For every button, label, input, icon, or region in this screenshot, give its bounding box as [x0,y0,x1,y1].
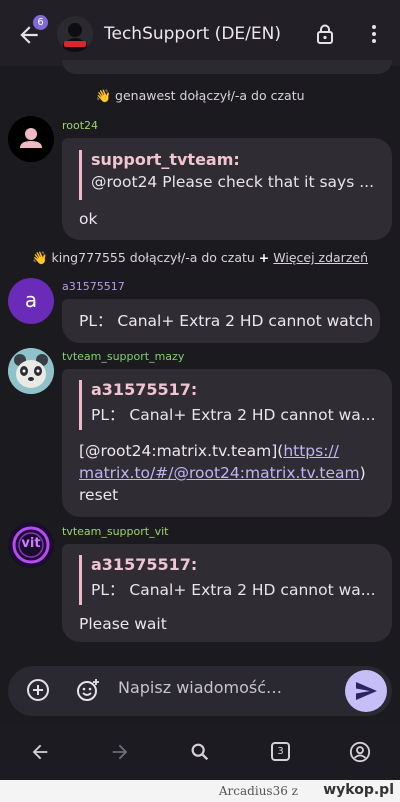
avatar-text: vit [21,536,41,551]
join-event-1: 👋 genawest dołączył/-a do czatu [0,88,400,104]
message-timeline[interactable]: 👋 genawest dołączył/-a do czatu root24 s… [0,60,400,666]
quote-text: @root24 Please check that it says ... [91,173,375,191]
more-events-link[interactable]: Więcej zdarzeń [273,250,368,265]
message-bubble[interactable]: support_tvteam: @root24 Please check tha… [62,138,392,240]
join-event-text: genawest dołączył/-a do czatu [115,88,305,103]
mention-suffix: ) [359,464,366,482]
avatar-root24[interactable] [8,116,54,162]
sender-name[interactable]: a31575517 [62,280,125,293]
room-avatar[interactable] [57,16,93,52]
wave-icon: 👋 [31,250,48,265]
add-attachment-icon[interactable] [25,677,51,703]
avatar-a31575517[interactable]: a [8,278,54,324]
back-arrow-icon[interactable] [29,741,51,763]
matrix-link-part1[interactable]: https:// [283,442,339,460]
watermark-author: Arcadius36 z [219,784,298,798]
sender-name[interactable]: tvteam_support_vit [62,525,168,538]
quote-sender: a31575517: [91,380,198,399]
send-button[interactable] [345,670,387,712]
message-text: ok [79,210,98,228]
message-bubble[interactable]: a31575517: PL： Canal+ Extra 2 HD cannot … [62,544,392,642]
unread-badge: 6 [33,15,48,30]
previous-message-bubble [62,60,392,74]
reply-quote[interactable]: a31575517: PL： Canal+ Extra 2 HD cannot … [79,380,379,430]
avatar-tvteam-support-mazy[interactable] [8,348,54,394]
avatar-letter: a [24,288,38,312]
top-app-bar: 6 TechSupport (DE/EN) [0,0,400,66]
quote-text: PL： Canal+ Extra 2 HD cannot wa... [91,581,376,599]
message-text: Please wait [79,615,167,633]
watermark-strip: Arcadius36 z wykop.pl [0,780,400,802]
account-icon[interactable] [349,741,371,763]
author-name: Arcadius36 [218,784,288,798]
tab-switcher-button[interactable]: 3 [271,742,290,761]
message-text: PL： Canal+ Extra 2 HD cannot watch [79,312,374,330]
emoji-icon[interactable] [75,677,101,703]
quote-text: PL： Canal+ Extra 2 HD cannot wa... [91,406,376,424]
message-bubble[interactable]: a31575517: PL： Canal+ Extra 2 HD cannot … [62,369,392,517]
watermark-logo: wykop.pl [323,782,394,798]
join-event-text: king777555 dołączył/-a do czatu [51,250,255,265]
mention-prefix: [@root24:matrix.tv.team]( [79,442,284,460]
more-options-icon[interactable] [370,24,378,44]
message-input[interactable]: Napisz wiadomość… [118,678,282,697]
reply-quote[interactable]: support_tvteam: @root24 Please check tha… [79,150,379,200]
matrix-link-part2[interactable]: matrix.to/#/@root24:matrix.tv.team [79,464,360,482]
message-bubble[interactable]: PL： Canal+ Extra 2 HD cannot watch [62,299,380,343]
plus-sign: + [258,250,270,265]
room-title[interactable]: TechSupport (DE/EN) [104,24,281,44]
lock-icon[interactable] [316,24,334,44]
quote-sender: support_tvteam: [91,150,240,169]
avatar-tvteam-support-vit[interactable]: vit [8,522,54,568]
message-reset-text: reset [79,486,119,504]
sender-name[interactable]: tvteam_support_mazy [62,350,184,363]
join-event-2: 👋 king777555 dołączył/-a do czatu + Więc… [0,250,400,266]
send-icon [356,682,377,700]
reply-quote[interactable]: a31575517: PL： Canal+ Extra 2 HD cannot … [79,555,379,605]
forward-arrow-icon[interactable] [109,741,131,763]
browser-navigation-bar: 3 [0,722,400,780]
author-separator: z [291,784,298,798]
wave-icon: 👋 [95,88,112,103]
message-text: [@root24:matrix.tv.team](https:// matrix… [79,440,384,506]
quote-sender: a31575517: [91,555,198,574]
sender-name[interactable]: root24 [62,119,98,132]
search-icon[interactable] [189,741,211,763]
